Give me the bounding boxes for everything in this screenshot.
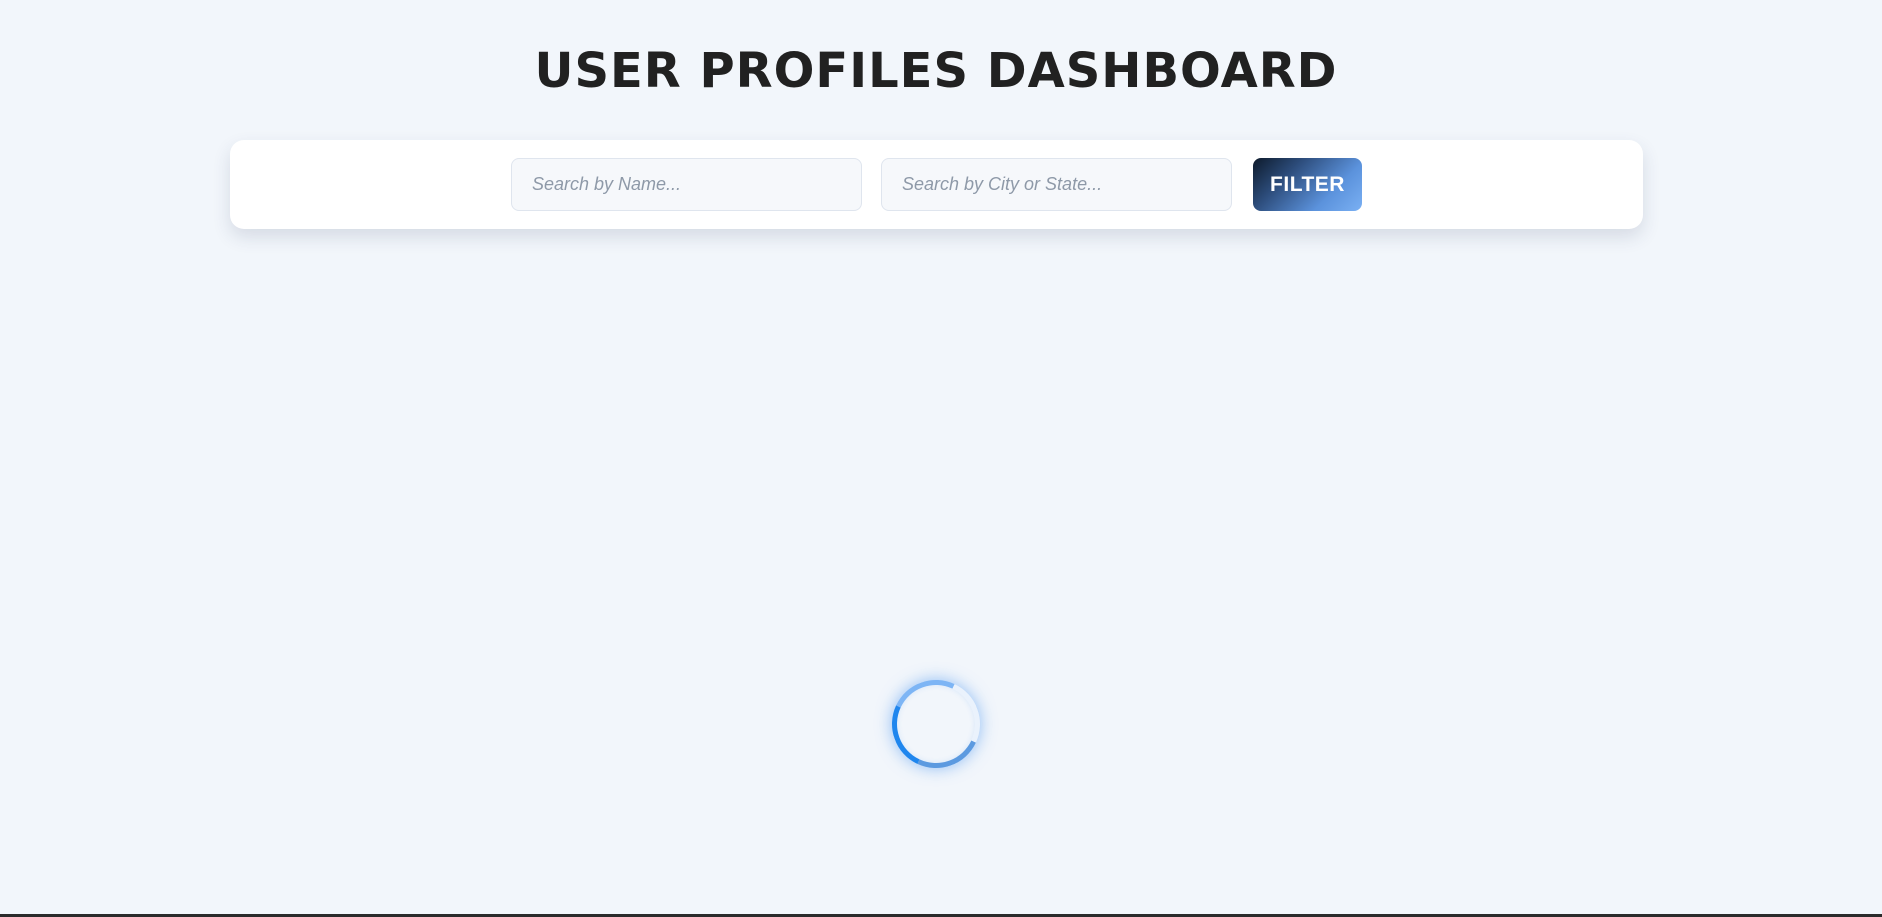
- page-title: USER PROFILES DASHBOARD: [534, 43, 1338, 99]
- loading-spinner-icon: [879, 667, 993, 781]
- location-search-input[interactable]: [881, 158, 1232, 211]
- name-search-input[interactable]: [511, 158, 862, 211]
- filter-bar: FILTER: [230, 140, 1643, 229]
- filter-button[interactable]: FILTER: [1253, 158, 1362, 211]
